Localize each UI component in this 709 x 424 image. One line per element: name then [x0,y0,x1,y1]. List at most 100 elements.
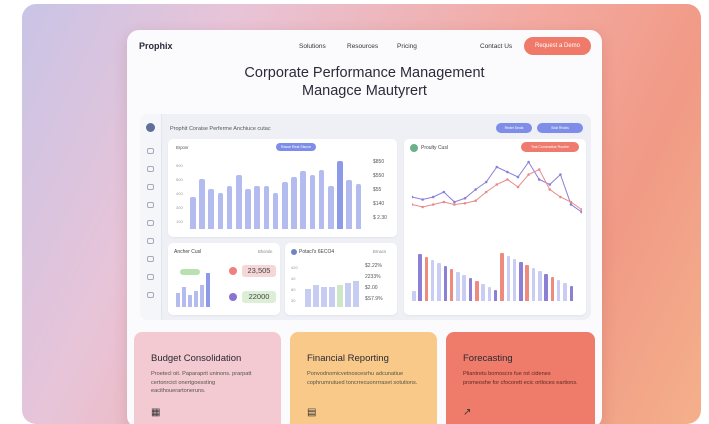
feature-card-forecasting[interactable]: Forecasting Pliantretu bomoscrs fue rot … [446,332,595,424]
calendar-icon[interactable] [147,202,154,208]
data-point [506,170,509,174]
anchor-panel: Ancher Cusl Bhorole 23,505 22000 [168,243,280,315]
data-point [484,180,488,184]
nav-link-solutions[interactable]: Solutions [299,43,326,50]
nav-link-pricing[interactable]: Pricing [397,43,417,50]
data-point [421,205,424,209]
chart-icon: ▦ [151,407,161,418]
data-point [453,200,456,204]
bar [245,189,251,229]
settings-icon[interactable] [147,274,154,280]
data-point [412,203,414,206]
mini-bar [493,290,498,301]
request-demo-button[interactable]: Request a Demo [524,37,591,55]
bar [328,185,334,229]
dashboard-sidebar [140,114,162,320]
bar [329,287,335,307]
feature-desc: Pliantretu bomoscrs fue rot cidenes prom… [463,371,578,386]
hero-title: Corporate Performance Management [244,65,485,81]
data-point [569,200,573,204]
nav-link-resources[interactable]: Resources [347,43,378,50]
file-icon[interactable] [147,256,154,262]
bar [206,273,210,307]
mid-panel-icon [291,249,297,255]
mid-bar-chart [305,273,360,307]
value-label: $55 [373,187,382,193]
data-point [463,196,467,200]
home-icon[interactable] [147,148,154,154]
chart-icon[interactable] [147,184,154,190]
line-chart [412,160,582,214]
bar [346,180,352,229]
line-panel-button[interactable]: Teal Combrattue Ruuthe [521,142,579,152]
data-point [495,165,499,169]
bar [272,193,279,229]
data-point [431,195,435,199]
help-icon[interactable] [147,292,154,298]
mini-bar [437,263,441,301]
mini-bar [538,271,542,301]
mid-panel-tag: Brnacs [373,249,387,254]
bar-chart [190,157,365,229]
logo[interactable]: Prophix [139,41,173,51]
bar [355,184,362,229]
y-tick-label: 40 [291,276,296,281]
data-point [537,178,541,181]
nav-link-contact[interactable]: Contact Us [480,43,512,50]
data-point [537,168,541,171]
value-label: $550 [373,173,385,179]
mid-panel: Potacl's 6ECO4 Brnacs 420 40 60 30 $2.22% 223… [285,243,397,315]
y-tick-label: 60 [291,287,296,292]
pill-button-1[interactable]: Redel Seuls [496,123,532,133]
feature-card-reporting[interactable]: Financial Reporting Ponvodnomicvetnosces… [290,332,437,424]
y-tick-label: 420 [291,265,298,270]
data-point [442,190,446,194]
mini-bar [468,278,473,301]
avatar[interactable] [146,123,155,132]
bar-chart-panel: Brponr Rasoe Reat Stsove 900 500 400 300 100… [168,139,397,237]
pill-button-2[interactable]: Stoll Rhotis [537,123,583,133]
mini-bar [424,257,429,301]
anchor-tag: Bhorole [258,249,273,254]
bar-panel-button[interactable]: Rasoe Reat Stsove [276,143,316,151]
bar [337,285,343,307]
bar [318,169,325,229]
top-nav: Prophix Solutions Resources Pricing Cont… [127,30,602,64]
bar [263,185,270,229]
data-point [495,183,499,186]
series-line [412,168,582,210]
feature-title: Forecasting [463,353,513,364]
mini-bar [462,275,466,301]
line-chart-panel: Proulty Cusl Teal Combrattue Ruuthe [404,139,586,315]
list-icon[interactable] [147,238,154,244]
mini-bar [449,269,454,301]
landing-page-card: Prophix Solutions Resources Pricing Cont… [127,30,602,424]
bar [194,291,198,307]
mini-bar-chart [412,249,577,301]
y-tick-label: 100 [176,219,183,224]
mini-bar [531,268,536,301]
data-point [474,188,477,191]
kpi-dot-icon [229,267,237,275]
bar [176,293,180,307]
feature-card-budget[interactable]: Budget Consolidation Proetecl oit. Papar… [134,332,281,424]
data-point [548,188,552,191]
folder-icon[interactable] [147,220,154,226]
mini-bar [563,283,567,301]
feature-desc: Ponvodnomicvetnoscesrhu adcunatiue cophr… [307,371,418,386]
mid-panel-title: Potacl's 6ECO4 [299,249,335,255]
data-point [421,198,424,201]
data-point [463,201,467,205]
y-tick-label: 300 [176,205,183,210]
feature-title: Budget Consolidation [151,353,242,364]
anchor-title: Ancher Cusl [174,249,202,255]
feature-desc: Proetecl oit. Paparaprit uninons. prarpa… [151,371,252,394]
grid-icon[interactable] [147,166,154,172]
value-label: $140 [373,201,385,207]
mini-bar [506,256,510,301]
mini-bar [475,281,479,301]
y-tick-label: 500 [176,177,183,182]
mini-bar [430,260,435,301]
value-label: 2233% [365,274,381,280]
trend-icon: ↗ [463,407,472,418]
